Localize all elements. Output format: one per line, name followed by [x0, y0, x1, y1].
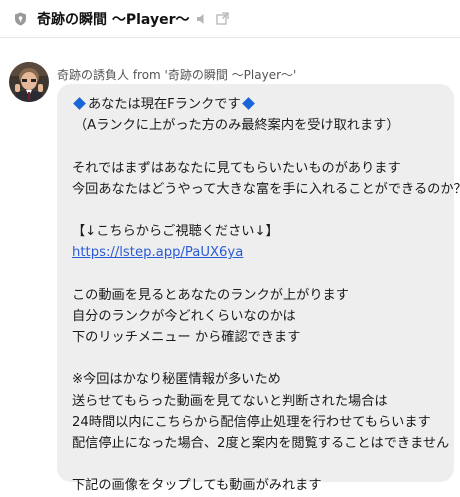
message-bubble: あなたは現在Fランクです （Aランクに上がった方のみ最終案内を受け取れます） そ… — [57, 84, 460, 493]
avatar[interactable] — [9, 62, 49, 102]
message-text: 下のリッチメニュー から確認できます — [72, 330, 301, 346]
message-text: （Aランクに上がった方のみ最終案内を受け取れます） — [74, 118, 400, 134]
message-text: ※今回はかなり秘匿情報が多いため — [72, 372, 281, 388]
rank-line: あなたは現在Fランクです — [72, 94, 454, 115]
chat-title: 奇跡の瞬間 〜Player〜 — [37, 11, 190, 28]
message-text: 自分のランクが今どれくらいなのかは — [72, 308, 296, 324]
message-text: 送らせてもらった動画を見てないと判断された場合は — [72, 393, 388, 409]
speaker-mute-icon[interactable] — [195, 12, 209, 26]
message-text: それではまずはあなたに見てもらいたいものがあります — [72, 160, 401, 176]
message-text: 【↓こちらからご視聴ください↓】 — [72, 224, 279, 240]
rank-text: あなたは現在Fランクです — [88, 97, 241, 112]
chat-header: 奇跡の瞬間 〜Player〜 — [0, 0, 460, 38]
message-text: この動画を見るとあなたのランクが上がります — [72, 287, 349, 303]
sender-name: 奇跡の誘負人 from '奇跡の瞬間 〜Player〜' — [57, 68, 297, 82]
external-link-icon[interactable] — [215, 12, 229, 26]
diamond-icon — [241, 97, 255, 110]
message-text: 下記の画像をタップしても動画がみれます — [72, 478, 322, 494]
diamond-icon — [73, 97, 86, 110]
video-link[interactable]: https://lstep.app/PaUX6ya — [72, 245, 243, 260]
message-text: 今回あなたはどうやって大きな富を手に入れることができるのか？ — [72, 181, 460, 197]
message-text: 配信停止になった場合、2度と案内を閲覧することはできません — [72, 436, 450, 451]
message-text: 24時間以内にこちらから配信停止処理を行わせてもらいます — [72, 414, 431, 430]
shield-icon — [13, 12, 27, 26]
